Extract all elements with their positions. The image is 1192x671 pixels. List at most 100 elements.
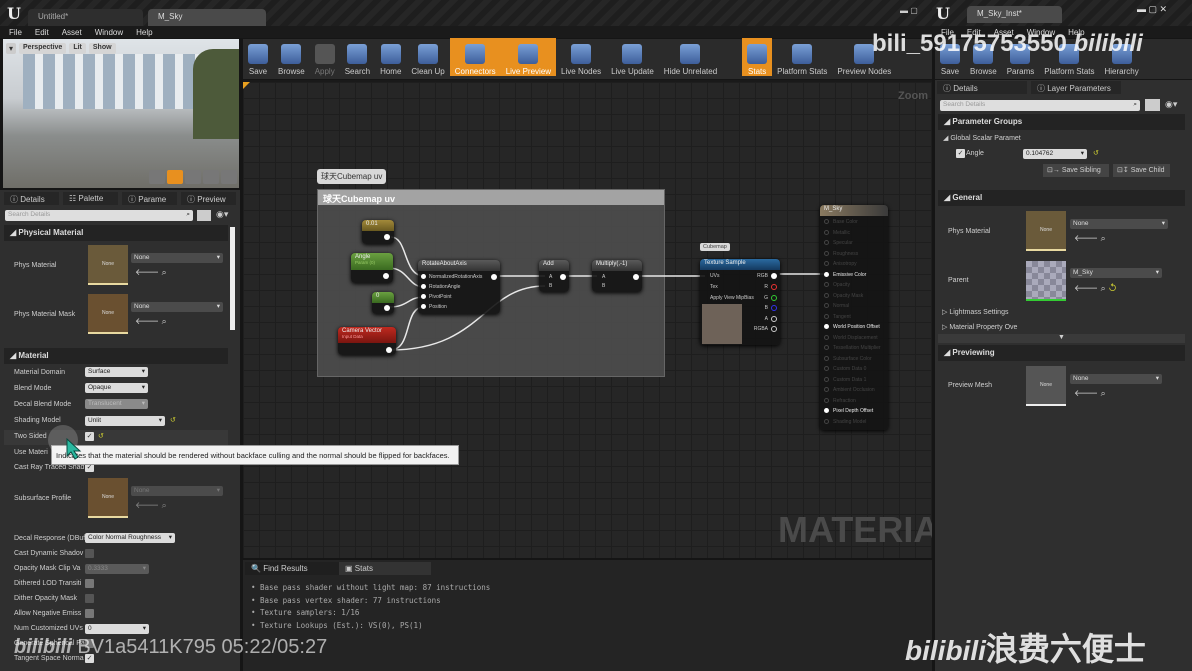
search-details-input[interactable]: Search Details ⌕: [940, 100, 1140, 111]
global-scalar-group[interactable]: ◢ Global Scalar Paramet: [943, 134, 1021, 142]
angle-param-node[interactable]: Angle Param (0): [351, 253, 393, 283]
output-pin[interactable]: [383, 273, 389, 279]
material-property-group[interactable]: ▷ Material Property Ove: [942, 323, 1017, 331]
save-child-button[interactable]: ⊡↧ Save Child: [1113, 164, 1170, 177]
dithered-lod-checkbox[interactable]: [85, 579, 94, 588]
toolbar-platform-stats-button[interactable]: Platform Stats: [772, 38, 832, 76]
lit-button[interactable]: Lit: [69, 43, 86, 54]
phys-mask-dropdown[interactable]: None: [131, 302, 223, 312]
toolbar-clean-up-button[interactable]: Clean Up: [406, 38, 449, 76]
expand-advanced-button[interactable]: ▼: [938, 334, 1185, 343]
section-material[interactable]: ◢ Material: [4, 348, 228, 364]
toolbar-stats-button[interactable]: Stats: [742, 38, 773, 76]
perspective-button[interactable]: Perspective: [19, 43, 67, 54]
result-input-pin[interactable]: [824, 408, 829, 413]
phys-mask-thumbnail[interactable]: None: [88, 294, 128, 334]
output-pin[interactable]: [384, 234, 390, 240]
section-physical-material[interactable]: ◢ Physical Material: [4, 225, 228, 241]
section-parameter-groups[interactable]: ◢ Parameter Groups: [938, 114, 1185, 130]
window-controls[interactable]: ▬ ▢ ✕: [1137, 4, 1167, 15]
result-node[interactable]: M_Sky Base Color Metallic Specular Roughnes…: [820, 205, 888, 430]
result-input-pin[interactable]: [824, 334, 829, 340]
tab-details[interactable]: ⓘ Details: [937, 81, 1027, 94]
tab-details[interactable]: ⓘ Details: [4, 192, 59, 205]
cast-dynamic-shadow-checkbox[interactable]: [85, 549, 94, 558]
output-pin[interactable]: [491, 274, 497, 280]
column-view-button[interactable]: [1145, 99, 1160, 111]
rgb-pin[interactable]: [771, 273, 777, 279]
rgba-pin[interactable]: [771, 326, 777, 332]
toolbar-browse-button[interactable]: Browse: [273, 38, 310, 76]
result-input-pin[interactable]: [824, 324, 829, 329]
output-pin[interactable]: [560, 274, 566, 280]
reset-icon[interactable]: ↺: [170, 416, 176, 424]
a-pin[interactable]: [771, 316, 777, 322]
result-input-pin[interactable]: [824, 313, 829, 319]
rotate-about-axis-node[interactable]: RotateAboutAxis NormalizedRotationAxis R…: [418, 260, 500, 314]
menu-edit[interactable]: Edit: [35, 28, 49, 37]
toolbar-live-nodes-button[interactable]: Live Nodes: [556, 38, 606, 76]
camera-vector-node[interactable]: Camera Vector Input Data: [338, 327, 396, 355]
toolbar-apply-button[interactable]: Apply: [310, 38, 340, 76]
eye-icon[interactable]: ◉▾: [1165, 99, 1177, 110]
decal-response-dropdown[interactable]: Color Normal Roughness: [85, 533, 175, 543]
result-input-pin[interactable]: [824, 219, 829, 224]
tab-m-sky[interactable]: M_Sky: [148, 9, 266, 26]
reset-icon[interactable]: ↺: [98, 432, 104, 440]
dither-opacity-checkbox[interactable]: [85, 594, 94, 603]
b-pin[interactable]: [771, 305, 777, 311]
lightmass-settings-group[interactable]: ▷ Lightmass Settings: [942, 308, 1008, 316]
multiply-node[interactable]: Multiply(,-1) AB: [592, 260, 642, 292]
result-input-pin[interactable]: [824, 261, 829, 266]
add-node[interactable]: Add AB: [539, 260, 569, 292]
g-pin[interactable]: [771, 295, 777, 301]
opacity-clip-input[interactable]: 0.3333: [85, 564, 149, 574]
parent-thumbnail[interactable]: [1026, 261, 1066, 301]
allow-negative-emissive-checkbox[interactable]: [85, 609, 94, 618]
two-sided-checkbox[interactable]: ✓: [85, 432, 94, 441]
toolbar-live-preview-button[interactable]: Live Preview: [500, 38, 557, 76]
result-input-pin[interactable]: [824, 387, 829, 392]
material-graph[interactable]: Zoom MATERIAL 球天Cubemap uv 球天Cubemap uv …: [243, 80, 932, 558]
save-sibling-button[interactable]: ⊡→ Save Sibling: [1043, 164, 1109, 177]
reset-icon[interactable]: ↺: [1093, 149, 1099, 157]
angle-override-checkbox[interactable]: ✓: [956, 149, 965, 158]
subsurface-dropdown[interactable]: None: [131, 486, 223, 496]
menu-file[interactable]: File: [9, 28, 22, 37]
tab-layer-parameters[interactable]: ⓘ Layer Parameters: [1031, 81, 1121, 94]
decal-blend-dropdown[interactable]: Translucent: [85, 399, 148, 409]
show-button[interactable]: Show: [88, 43, 116, 54]
constant-zero-node[interactable]: 0: [372, 292, 394, 314]
use-selected-arrow-icon[interactable]: 🡐 ⌕: [135, 500, 167, 511]
tab-palette[interactable]: ☷ Palette: [63, 192, 118, 205]
search-details-input[interactable]: Search Details ⌕: [5, 210, 193, 221]
result-input-pin[interactable]: [824, 250, 829, 256]
blend-mode-dropdown[interactable]: Opaque: [85, 383, 148, 393]
phys-material-thumbnail[interactable]: None: [88, 245, 128, 285]
custom-mesh-button[interactable]: [221, 170, 237, 184]
preview-mesh-thumbnail[interactable]: None: [1026, 366, 1066, 406]
toolbar-live-update-button[interactable]: Live Update: [606, 38, 659, 76]
phys-material-dropdown[interactable]: None: [1070, 219, 1168, 229]
tab-m-sky-inst[interactable]: M_Sky_Inst*: [967, 6, 1062, 23]
output-pin[interactable]: [633, 274, 639, 280]
plane-button[interactable]: [185, 170, 201, 184]
use-selected-arrow-icon[interactable]: 🡐 ⌕: [135, 316, 167, 327]
toolbar-hide-unrelated-button[interactable]: Hide Unrelated: [659, 38, 722, 76]
output-pin[interactable]: [384, 305, 390, 311]
angle-value-input[interactable]: 0.104762: [1023, 149, 1087, 159]
preview-mesh-dropdown[interactable]: None: [1070, 374, 1162, 384]
result-input-pin[interactable]: [824, 282, 829, 287]
tab-parameters[interactable]: ⓘ Parame: [122, 192, 177, 205]
toolbar-save-button[interactable]: Save: [243, 38, 273, 76]
use-selected-arrow-icon[interactable]: 🡐 ⌕: [1074, 388, 1106, 399]
result-input-pin[interactable]: [824, 397, 829, 403]
result-input-pin[interactable]: [824, 271, 829, 277]
section-general[interactable]: ◢ General: [938, 190, 1185, 206]
result-input-pin[interactable]: [824, 376, 829, 382]
shading-model-dropdown[interactable]: Unlit: [85, 416, 165, 426]
use-selected-arrow-icon[interactable]: 🡐 ⌕: [135, 267, 167, 278]
result-input-pin[interactable]: [824, 418, 829, 424]
cube-button[interactable]: [203, 170, 219, 184]
num-customized-uvs-input[interactable]: 0: [85, 624, 149, 634]
